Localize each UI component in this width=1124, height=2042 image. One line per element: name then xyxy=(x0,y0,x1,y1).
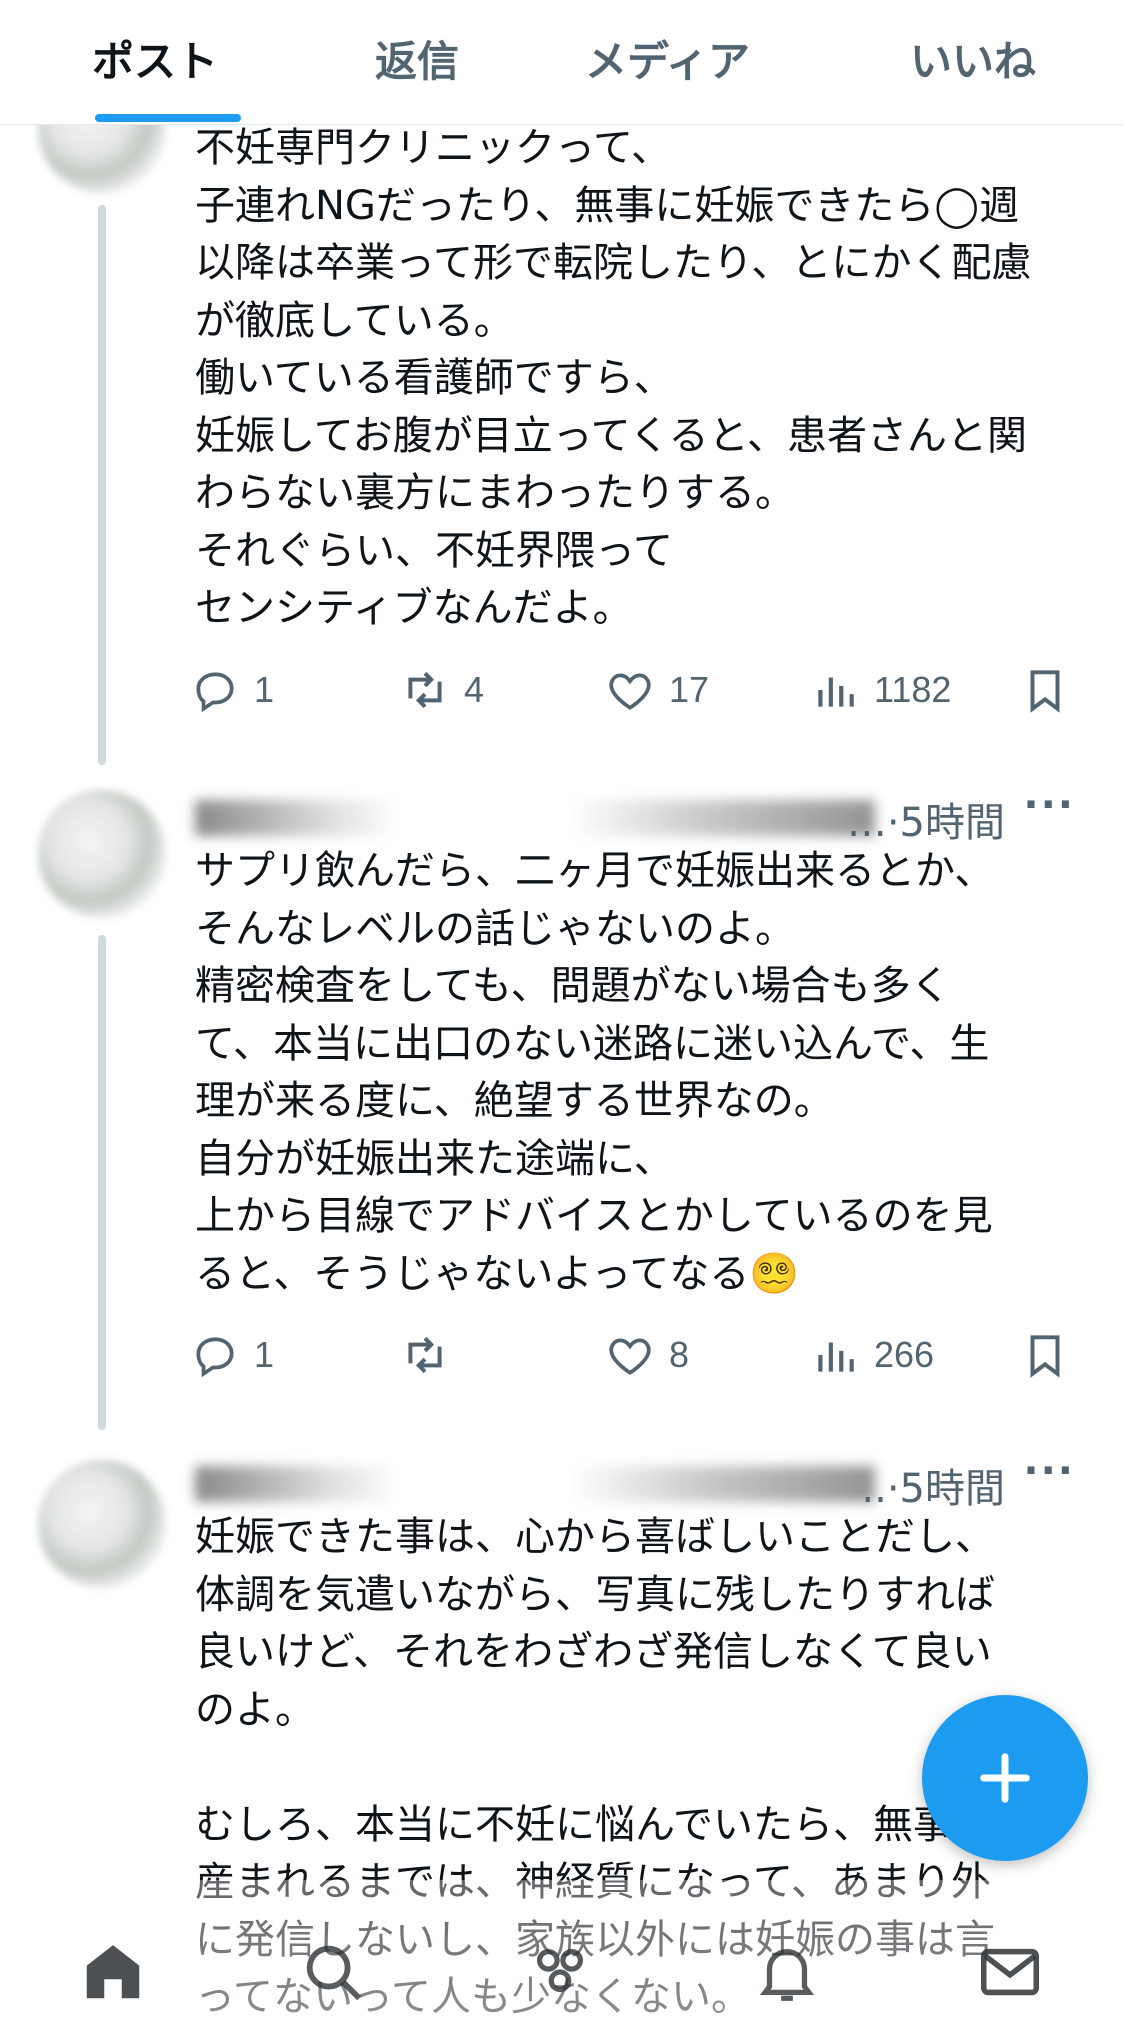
more-icon[interactable]: ··· xyxy=(1023,782,1075,828)
tab-posts[interactable]: ポスト xyxy=(92,28,218,89)
plus-icon xyxy=(980,1753,1030,1803)
notifications-icon xyxy=(759,1948,815,2001)
like-count: 17 xyxy=(669,669,710,710)
view-count: 266 xyxy=(874,1334,935,1375)
profile-tabs: ポスト 返信 メディア いいね xyxy=(0,0,1124,125)
post-actions: 1 4 17 1182 xyxy=(190,660,1080,720)
view-count: 1182 xyxy=(874,669,952,710)
nav-messages[interactable] xyxy=(975,1937,1045,2007)
repost-icon xyxy=(408,1336,442,1374)
nav-home[interactable] xyxy=(78,1937,148,2007)
tab-likes[interactable]: いいね xyxy=(910,28,1036,89)
bottom-navigation xyxy=(0,1915,1124,2042)
heart-icon xyxy=(609,673,651,710)
reply-count: 1 xyxy=(254,669,275,710)
post-timestamp: …·5時間 xyxy=(846,800,1005,846)
reply-button[interactable]: 1 xyxy=(190,660,274,720)
thread-line xyxy=(98,205,106,765)
search-icon xyxy=(306,1945,362,2001)
bookmark-icon xyxy=(1030,670,1060,713)
messages-icon xyxy=(980,1948,1040,1996)
nav-notifications[interactable] xyxy=(752,1937,822,2007)
compose-button[interactable] xyxy=(922,1695,1088,1861)
author-name-redacted xyxy=(195,1466,875,1502)
tab-replies[interactable]: 返信 xyxy=(375,28,459,89)
post-text: サプリ飲んだら、二ヶ月で妊娠出来るとか、 そんなレベルの話じゃないのよ。 精密検… xyxy=(195,848,995,1297)
bookmark-button[interactable] xyxy=(1020,1325,1070,1385)
post-header: ..·5時間 ··· xyxy=(195,1448,1075,1512)
like-button[interactable]: 17 xyxy=(605,660,709,720)
bookmark-button[interactable] xyxy=(1020,660,1070,720)
views-icon xyxy=(818,1342,854,1372)
post-header: …·5時間 ··· xyxy=(195,782,1075,846)
tab-media[interactable]: メディア xyxy=(585,28,750,89)
post-timestamp: ..·5時間 xyxy=(861,1466,1005,1512)
views-icon xyxy=(818,677,854,707)
heart-icon xyxy=(609,1338,651,1375)
reply-button[interactable]: 1 xyxy=(190,1325,274,1385)
repost-button[interactable]: 4 xyxy=(400,660,484,720)
views-button[interactable]: 1182 xyxy=(810,660,951,720)
nav-search[interactable] xyxy=(298,1937,368,2007)
thread-line xyxy=(98,935,106,1430)
reply-count: 1 xyxy=(254,1334,275,1375)
views-button[interactable]: 266 xyxy=(810,1325,934,1385)
post-actions: 1 8 266 xyxy=(190,1325,1080,1385)
communities-icon xyxy=(536,1948,584,1993)
home-icon xyxy=(86,1945,140,1999)
bookmark-icon xyxy=(1030,1335,1060,1378)
more-icon[interactable]: ··· xyxy=(1023,1448,1075,1494)
repost-button[interactable] xyxy=(400,1325,464,1385)
avatar[interactable] xyxy=(38,1460,166,1588)
reply-icon xyxy=(196,672,234,713)
author-name-redacted xyxy=(195,800,875,836)
repost-count: 4 xyxy=(464,669,485,710)
active-tab-indicator xyxy=(95,114,241,122)
reply-icon xyxy=(196,1337,234,1378)
like-button[interactable]: 8 xyxy=(605,1325,689,1385)
like-count: 8 xyxy=(669,1334,690,1375)
avatar[interactable] xyxy=(38,790,166,918)
repost-icon xyxy=(408,671,442,709)
nav-communities[interactable] xyxy=(525,1937,595,2007)
post-text: 不妊専門クリニックって、 子連れNGだったり、無事に妊娠できたら◯週 以降は卒業… xyxy=(195,125,1032,631)
